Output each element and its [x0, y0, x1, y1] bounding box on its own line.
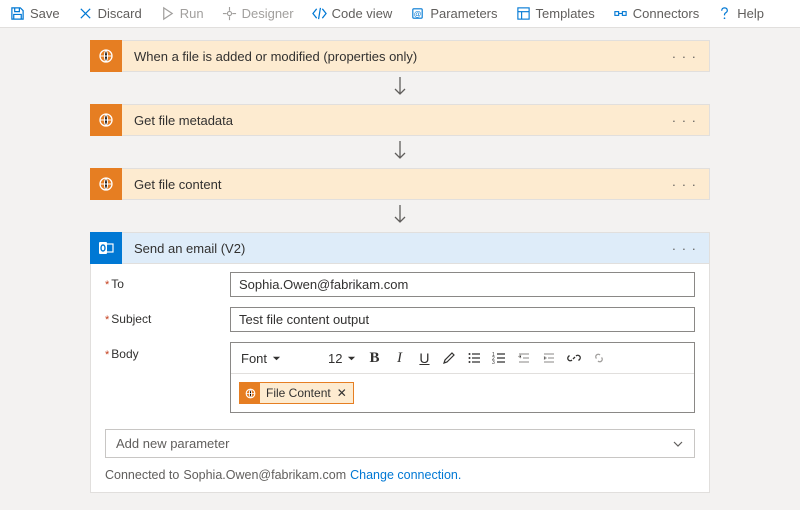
chip-remove[interactable]: ✕ — [337, 386, 347, 400]
bold-button[interactable]: B — [363, 347, 385, 369]
designer-icon — [222, 6, 237, 21]
metadata-menu[interactable]: · · · — [672, 113, 697, 128]
templates-button[interactable]: Templates — [516, 6, 595, 21]
email-menu[interactable]: · · · — [672, 241, 697, 256]
discard-icon — [78, 6, 93, 21]
content-step[interactable]: Get file content · · · — [90, 168, 710, 200]
font-size-select[interactable]: 12 — [324, 351, 360, 366]
connection-info: Connected to Sophia.Owen@fabrikam.com Ch… — [105, 468, 695, 482]
save-icon — [10, 6, 25, 21]
chip-label: File Content — [266, 386, 331, 400]
designer-canvas: When a file is added or modified (proper… — [0, 28, 800, 503]
underline-button[interactable]: U — [413, 347, 435, 369]
metadata-step[interactable]: Get file metadata · · · — [90, 104, 710, 136]
svg-text:3: 3 — [492, 360, 495, 365]
help-label: Help — [737, 6, 764, 21]
discard-button[interactable]: Discard — [78, 6, 142, 21]
save-button[interactable]: Save — [10, 6, 60, 21]
file-content-chip[interactable]: File Content ✕ — [239, 382, 354, 404]
code-label: Code view — [332, 6, 393, 21]
arrow-icon — [90, 200, 710, 232]
change-connection-link[interactable]: Change connection. — [350, 468, 461, 482]
templates-icon — [516, 6, 531, 21]
templates-label: Templates — [536, 6, 595, 21]
caret-down-icon — [272, 354, 281, 363]
subject-input[interactable] — [230, 307, 695, 332]
bullet-list-button[interactable] — [463, 347, 485, 369]
content-menu[interactable]: · · · — [672, 177, 697, 192]
toolbar: Save Discard Run Designer Code view @ Pa… — [0, 0, 800, 28]
body-content[interactable]: File Content ✕ — [231, 374, 694, 412]
content-title: Get file content — [134, 177, 221, 192]
help-button[interactable]: Help — [717, 6, 764, 21]
add-parameter-label: Add new parameter — [116, 436, 229, 451]
indent-button[interactable] — [538, 347, 560, 369]
italic-button[interactable]: I — [388, 347, 410, 369]
run-icon — [160, 6, 175, 21]
svg-text:@: @ — [414, 9, 422, 18]
font-family-select[interactable]: Font — [237, 351, 321, 366]
add-parameter-select[interactable]: Add new parameter — [105, 429, 695, 458]
designer-button[interactable]: Designer — [222, 6, 294, 21]
to-input[interactable] — [230, 272, 695, 297]
code-icon — [312, 6, 327, 21]
outdent-button[interactable] — [513, 347, 535, 369]
connection-account: Sophia.Owen@fabrikam.com — [183, 468, 346, 482]
discard-label: Discard — [98, 6, 142, 21]
to-label: To — [105, 272, 230, 291]
run-button[interactable]: Run — [160, 6, 204, 21]
outlook-icon — [90, 232, 122, 264]
link-button[interactable] — [563, 347, 585, 369]
sharepoint-icon — [90, 168, 122, 200]
connectors-button[interactable]: Connectors — [613, 6, 699, 21]
help-icon — [717, 6, 732, 21]
connectors-label: Connectors — [633, 6, 699, 21]
arrow-icon — [90, 72, 710, 104]
rte-toolbar: Font 12 B I U — [231, 343, 694, 374]
email-card: To Subject Body Font — [90, 264, 710, 493]
run-label: Run — [180, 6, 204, 21]
sharepoint-icon — [90, 40, 122, 72]
sharepoint-icon — [240, 383, 260, 403]
arrow-icon — [90, 136, 710, 168]
sharepoint-icon — [90, 104, 122, 136]
trigger-menu[interactable]: · · · — [672, 49, 697, 64]
trigger-step[interactable]: When a file is added or modified (proper… — [90, 40, 710, 72]
number-list-button[interactable]: 123 — [488, 347, 510, 369]
more-button[interactable] — [588, 347, 610, 369]
body-editor: Font 12 B I U — [230, 342, 695, 413]
save-label: Save — [30, 6, 60, 21]
trigger-title: When a file is added or modified (proper… — [134, 49, 417, 64]
email-title: Send an email (V2) — [134, 241, 245, 256]
code-view-button[interactable]: Code view — [312, 6, 393, 21]
body-label: Body — [105, 342, 230, 361]
chevron-down-icon — [672, 438, 684, 450]
parameters-label: Parameters — [430, 6, 497, 21]
parameters-icon: @ — [410, 6, 425, 21]
caret-down-icon — [347, 354, 356, 363]
connectors-icon — [613, 6, 628, 21]
color-button[interactable] — [438, 347, 460, 369]
designer-label: Designer — [242, 6, 294, 21]
metadata-title: Get file metadata — [134, 113, 233, 128]
email-step-header[interactable]: Send an email (V2) · · · — [90, 232, 710, 264]
subject-label: Subject — [105, 307, 230, 326]
parameters-button[interactable]: @ Parameters — [410, 6, 497, 21]
